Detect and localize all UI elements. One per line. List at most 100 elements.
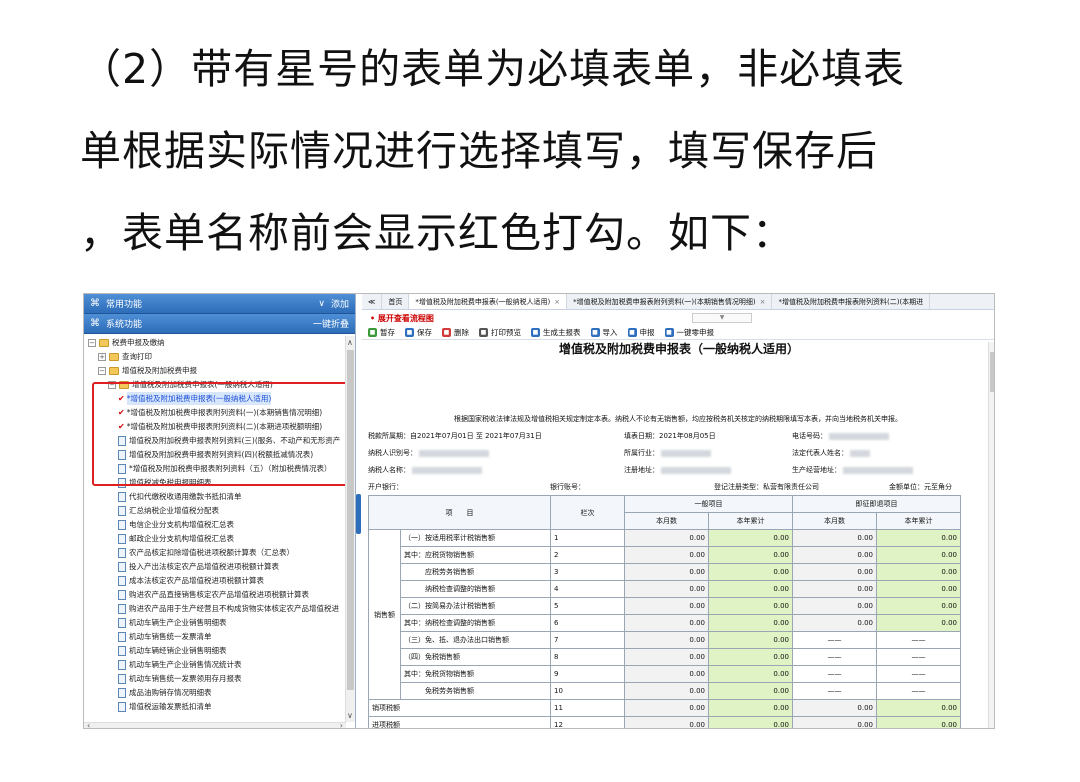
amount-cell[interactable]: 0.00 — [624, 631, 709, 649]
toolbar-button[interactable]: ■ 删除 — [442, 327, 469, 338]
tree-item[interactable]: − 税费申报及缴纳 — [88, 336, 165, 349]
scroll-thumb[interactable] — [347, 350, 354, 690]
amount-cell[interactable]: 0.00 — [876, 699, 961, 717]
tree-item[interactable]: 购进农产品用于生产经营且不构成货物实体核定农产品增值税进 — [118, 602, 339, 615]
tree-item[interactable]: 汇总纳税企业增值税分配表 — [118, 504, 219, 517]
system-functions-header[interactable]: ⌘ 系统功能 一键折叠 — [84, 314, 355, 334]
tab[interactable]: *增值税及附加税费申报表附列资料(二)(本期进 — [772, 294, 931, 309]
tab[interactable]: 首页 — [382, 294, 410, 309]
amount-cell[interactable]: 0.00 — [708, 665, 793, 683]
toolbar-button[interactable]: ■ 暂存 — [368, 327, 395, 338]
expand-icon[interactable]: + — [98, 352, 106, 361]
amount-cell[interactable]: 0.00 — [792, 563, 877, 581]
amount-cell[interactable]: 0.00 — [708, 546, 793, 564]
tree-item[interactable]: + 查询打印 — [98, 350, 152, 363]
form-scrollbar[interactable] — [988, 342, 994, 728]
amount-cell[interactable]: 0.00 — [624, 597, 709, 615]
chevron-down-icon[interactable]: ∨ — [318, 299, 325, 309]
toolbar-button[interactable]: ■ 保存 — [405, 327, 432, 338]
amount-cell[interactable]: 0.00 — [708, 699, 793, 717]
amount-cell[interactable]: 0.00 — [876, 529, 961, 547]
amount-cell[interactable]: 0.00 — [624, 648, 709, 666]
amount-cell[interactable]: 0.00 — [624, 614, 709, 632]
amount-cell[interactable]: 0.00 — [708, 648, 793, 666]
toolbar-button[interactable]: ■ 打印预览 — [479, 327, 521, 338]
amount-cell[interactable]: 0.00 — [792, 580, 877, 598]
tree-item[interactable]: 邮政企业分支机构增值税汇总表 — [118, 532, 234, 545]
tree-item[interactable]: 机动车销售统一发票清单 — [118, 630, 212, 643]
amount-cell[interactable]: 0.00 — [876, 546, 961, 564]
amount-cell[interactable]: 0.00 — [624, 716, 709, 728]
close-icon[interactable]: × — [760, 298, 766, 306]
scroll-up-icon[interactable]: ∧ — [347, 338, 353, 347]
tree-item[interactable]: 电信企业分支机构增值税汇总表 — [118, 518, 234, 531]
amount-cell[interactable]: 0.00 — [624, 699, 709, 717]
amount-cell[interactable]: 0.00 — [792, 597, 877, 615]
form-scroll-thumb[interactable] — [990, 352, 994, 392]
tab-label: 首页 — [388, 297, 403, 306]
amount-cell[interactable]: 0.00 — [792, 546, 877, 564]
tree-item[interactable]: − 增值税及附加税费申报 — [98, 364, 197, 377]
tab[interactable]: *增值税及附加税费申报表(一般纳税人适用) × — [409, 294, 568, 309]
common-functions-header[interactable]: ⌘ 常用功能 ∨ 添加 — [84, 294, 355, 314]
amount-cell[interactable]: 0.00 — [708, 614, 793, 632]
toolbar-button[interactable]: ■ 一键零申报 — [664, 327, 714, 338]
tab[interactable]: ≪ — [362, 294, 383, 309]
tree-item[interactable]: 成品油购销存情况明细表 — [118, 686, 212, 699]
amount-cell[interactable]: 0.00 — [792, 716, 877, 728]
amount-cell[interactable]: 0.00 — [792, 529, 877, 547]
tree-item[interactable]: 增值税运输发票抵扣清单 — [118, 700, 212, 713]
toolbar-button[interactable]: ■ 申报 — [627, 327, 655, 338]
tree-item[interactable]: 成本法核定农产品增值税进项税额计算表 — [118, 574, 264, 587]
amount-cell[interactable]: 0.00 — [624, 580, 709, 598]
toolbar-button[interactable]: ■ 导入 — [590, 327, 618, 338]
tree-item[interactable]: 投入产出法核定农产品增值税进项税额计算表 — [118, 560, 279, 573]
amount-cell[interactable]: 0.00 — [876, 597, 961, 615]
expand-flow-link[interactable]: • 展开查看流程图 — [370, 313, 434, 324]
amount-cell[interactable]: 0.00 — [624, 546, 709, 564]
amount-cell[interactable]: 0.00 — [792, 699, 877, 717]
toolbar-button[interactable]: ■ 生成主报表 — [531, 327, 581, 338]
tree-item[interactable]: 机动车辆生产企业销售明细表 — [118, 616, 227, 629]
amount-cell[interactable]: 0.00 — [708, 597, 793, 615]
tab[interactable]: *增值税及附加税费申报表附列资料(一)(本期销售情况明细) × — [567, 294, 773, 309]
registered-address: 注册地址： — [624, 465, 731, 475]
amount-cell[interactable]: 0.00 — [708, 716, 793, 728]
tree-item[interactable]: 代扣代缴税收通用缴款书抵扣清单 — [118, 490, 242, 503]
close-icon[interactable]: × — [554, 298, 560, 306]
amount-cell[interactable]: 0.00 — [624, 563, 709, 581]
collapse-all-button[interactable]: 一键折叠 — [313, 317, 349, 330]
amount-cell[interactable]: 0.00 — [876, 563, 961, 581]
add-button[interactable]: 添加 — [331, 297, 349, 310]
amount-cell[interactable]: 0.00 — [624, 529, 709, 547]
amount-cell[interactable]: 0.00 — [876, 716, 961, 728]
tree-scrollbar[interactable]: ∧ ∨ — [345, 336, 355, 722]
tree-item[interactable]: 机动车辆经销企业销售明细表 — [118, 644, 227, 657]
amount-cell[interactable]: 0.00 — [624, 682, 709, 700]
collapse-icon[interactable]: − — [88, 338, 96, 347]
amount-cell[interactable]: 0.00 — [792, 614, 877, 632]
header-item: 项 目 — [368, 495, 551, 530]
amount-cell[interactable]: 0.00 — [876, 580, 961, 598]
tree-item[interactable]: 机动车销售统一发票领用存月报表 — [118, 672, 242, 685]
amount-cell: —— — [792, 682, 877, 700]
row-label: 免税劳务销售额 — [400, 682, 551, 700]
flow-dropdown[interactable]: ▼ — [692, 313, 752, 323]
tree-horizontal-scrollbar[interactable]: ‹ › — [84, 721, 346, 728]
panel-splitter[interactable] — [356, 494, 361, 534]
amount-cell[interactable]: 0.00 — [708, 682, 793, 700]
collapse-icon[interactable]: − — [98, 366, 106, 375]
scroll-left-icon[interactable]: ‹ — [87, 721, 90, 728]
amount-cell[interactable]: 0.00 — [708, 631, 793, 649]
amount-cell[interactable]: 0.00 — [624, 665, 709, 683]
scroll-down-icon[interactable]: ∨ — [347, 711, 353, 720]
amount-cell[interactable]: 0.00 — [876, 614, 961, 632]
amount-cell[interactable]: 0.00 — [708, 563, 793, 581]
scroll-right-icon[interactable]: › — [340, 721, 343, 728]
header-immediate: 即征即退项目 — [792, 495, 961, 513]
amount-cell[interactable]: 0.00 — [708, 580, 793, 598]
tree-item[interactable]: 机动车辆生产企业销售情况统计表 — [118, 658, 242, 671]
tree-item[interactable]: 购进农产品直接销售核定农产品增值税进项税额计算表 — [118, 588, 309, 601]
amount-cell[interactable]: 0.00 — [708, 529, 793, 547]
tree-item[interactable]: 农产品核定扣除增值税进项税额计算表（汇总表） — [118, 546, 294, 559]
